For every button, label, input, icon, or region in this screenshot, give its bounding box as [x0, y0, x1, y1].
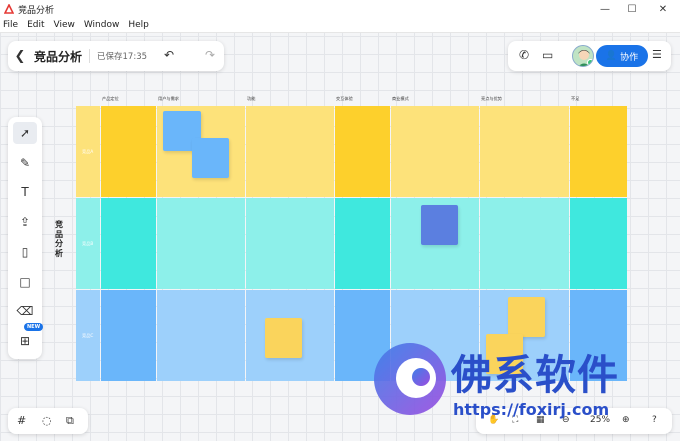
comment-icon[interactable]: ◌ [42, 414, 52, 427]
board-title: 竞品分析 [53, 220, 65, 258]
save-status: 已保存17:35 [97, 52, 148, 62]
avatar[interactable] [572, 45, 594, 67]
table-cell[interactable] [335, 106, 390, 197]
collaborate-button[interactable]: 👤 协作 [596, 45, 648, 67]
table-cell[interactable] [101, 198, 156, 289]
table-cell[interactable] [335, 198, 390, 289]
watermark-url: https://foxirj.com [453, 400, 610, 419]
back-arrow-icon[interactable]: ❮ [8, 49, 32, 64]
divider [89, 49, 91, 63]
shape-icon[interactable]: □ [13, 271, 37, 293]
row-label: 竞品C [82, 333, 94, 338]
phone-icon[interactable]: ✆ [519, 48, 529, 62]
menu-view[interactable]: View [54, 20, 75, 30]
board-title-text: 竞品分析 [55, 220, 63, 258]
table-cell[interactable] [391, 106, 479, 197]
sticky-note[interactable] [192, 138, 229, 178]
maximize-icon[interactable]: ☐ [615, 0, 649, 18]
add-page-icon[interactable]: ⧉ [66, 414, 74, 428]
eraser-icon[interactable]: ⌫ [13, 300, 37, 322]
document-header: ❮ 竞品分析 已保存17:35 ↶ ↷ [8, 41, 224, 71]
bottom-left-tools: # ◌ ⧉ [8, 408, 88, 434]
column-header: 不足 [571, 96, 580, 101]
table-cell[interactable] [480, 198, 569, 289]
menu-list-icon[interactable]: ☰ [652, 48, 662, 61]
window-title: 竞品分析 [18, 5, 55, 16]
table-cell[interactable] [246, 198, 334, 289]
menu-help[interactable]: Help [128, 20, 149, 30]
column-header: 亮点与优势 [481, 96, 502, 101]
sticky-note[interactable] [508, 297, 545, 337]
table-cell[interactable] [157, 290, 245, 381]
frame-grid-icon[interactable]: # [17, 414, 26, 427]
table-cell[interactable] [480, 106, 569, 197]
table-cell[interactable] [246, 106, 334, 197]
column-header: 商业模式 [392, 96, 409, 101]
close-icon[interactable]: ✕ [646, 0, 680, 18]
grid-apps-icon[interactable]: ⊞ [13, 330, 37, 352]
collaborate-label: 协作 [620, 52, 639, 63]
pen-icon[interactable]: ✎ [13, 152, 37, 174]
select-pointer-icon[interactable]: ➚ [13, 122, 37, 144]
table-cell[interactable] [570, 106, 627, 197]
document-title[interactable]: 竞品分析 [34, 48, 82, 65]
table-cell[interactable] [101, 290, 156, 381]
whiteboard-table[interactable]: 产品定位 用户与需求 功能 交互体验 商业模式 亮点与优势 不足 竞品A 竞品B… [76, 92, 627, 381]
menu-file[interactable]: File [3, 20, 18, 30]
online-status-dot [587, 59, 593, 66]
undo-icon[interactable]: ↶ [164, 48, 174, 62]
help-icon[interactable]: ? [652, 415, 657, 425]
menu-edit[interactable]: Edit [27, 20, 44, 30]
column-header: 功能 [247, 96, 256, 101]
watermark-text: 佛系软件 [451, 351, 619, 399]
file-icon[interactable]: ▯ [13, 241, 37, 263]
redo-icon[interactable]: ↷ [205, 48, 215, 62]
add-user-icon: 👤 [605, 51, 618, 61]
menu-window[interactable]: Window [84, 20, 120, 30]
watermark-logo [374, 343, 446, 415]
sticky-note[interactable] [265, 318, 302, 358]
text-icon[interactable]: T [13, 181, 37, 203]
zoom-in-icon[interactable]: ⊕ [622, 415, 630, 425]
title-bar: 竞品分析 — ☐ ✕ [0, 0, 680, 18]
column-header: 交互体验 [336, 96, 353, 101]
column-header: 用户与需求 [158, 96, 179, 101]
menu-bar: File Edit View Window Help [0, 18, 680, 33]
row-label: 竞品B [82, 241, 94, 246]
app-logo-icon [4, 4, 14, 14]
table-cell[interactable] [101, 106, 156, 197]
left-toolbar: ➚ ✎ T ⇪ ▯ □ ⌫ NEW ⊞ [8, 117, 44, 359]
present-icon[interactable]: ▭ [542, 48, 553, 62]
upload-icon[interactable]: ⇪ [13, 211, 37, 233]
row-label: 竞品A [82, 149, 94, 154]
sticky-note[interactable] [421, 205, 458, 245]
column-header: 产品定位 [102, 96, 119, 101]
header-actions: ✆ ▭ 👤 协作 ☰ [508, 41, 671, 71]
table-cell[interactable] [570, 198, 627, 289]
table-cell[interactable] [157, 198, 245, 289]
